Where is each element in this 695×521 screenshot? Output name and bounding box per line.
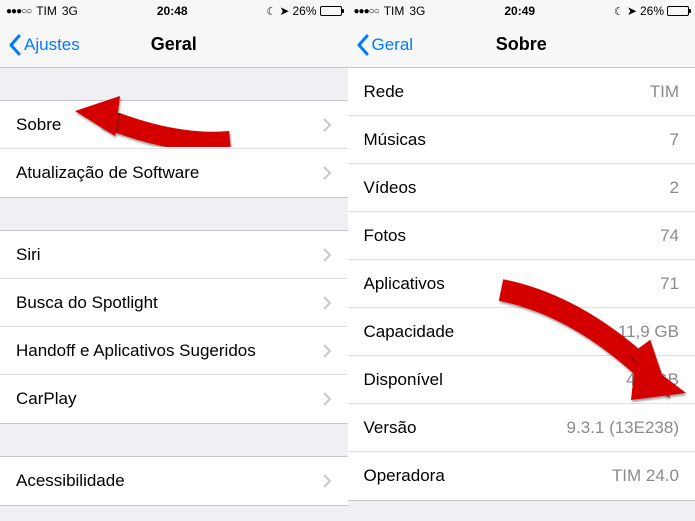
row-label: Versão (364, 418, 567, 438)
back-button[interactable]: Geral (356, 34, 414, 56)
row-label: Operadora (364, 466, 612, 486)
row-label: Aplicativos (364, 274, 661, 294)
row-rede[interactable]: Rede TIM (348, 68, 695, 116)
dnd-moon-icon: ☾ (267, 5, 277, 18)
chevron-left-icon (356, 34, 370, 56)
settings-group: Siri Busca do Spotlight Handoff e Aplica… (0, 230, 348, 424)
network-label: 3G (62, 4, 78, 18)
carrier-label: TIM (36, 4, 57, 18)
about-list: Rede TIM Músicas 7 Vídeos 2 Fotos 74 Apl… (348, 68, 695, 501)
row-label: Sobre (16, 115, 315, 135)
row-label: Busca do Spotlight (16, 293, 315, 313)
chevron-right-icon (323, 344, 332, 358)
row-operadora: Operadora TIM 24.0 (348, 452, 695, 500)
carrier-label: TIM (384, 4, 405, 18)
row-label: Siri (16, 245, 315, 265)
row-sobre[interactable]: Sobre (0, 101, 348, 149)
location-icon: ➤ (279, 4, 289, 18)
status-right: ☾ ➤ 26% (267, 4, 342, 18)
row-label: Músicas (364, 130, 670, 150)
row-disponivel: Disponível 4,0 GB (348, 356, 695, 404)
status-left: ●●●○○ TIM 3G (6, 4, 78, 18)
location-icon: ➤ (627, 4, 637, 18)
chevron-right-icon (323, 392, 332, 406)
clock: 20:49 (504, 4, 535, 18)
clock: 20:48 (157, 4, 188, 18)
row-label: Disponível (364, 370, 627, 390)
battery-percent: 26% (292, 4, 316, 18)
dnd-moon-icon: ☾ (614, 5, 624, 18)
row-atualizacao-software[interactable]: Atualização de Software (0, 149, 348, 197)
chevron-right-icon (323, 474, 332, 488)
signal-dots-icon: ●●●○○ (6, 6, 31, 17)
chevron-left-icon (8, 34, 22, 56)
row-label: Vídeos (364, 178, 670, 198)
row-value: 74 (660, 226, 679, 246)
status-left: ●●●○○ TIM 3G (354, 4, 426, 18)
row-acessibilidade[interactable]: Acessibilidade (0, 457, 348, 505)
row-versao: Versão 9.3.1 (13E238) (348, 404, 695, 452)
row-label: Capacidade (364, 322, 618, 342)
row-value: 11,9 GB (618, 322, 679, 342)
chevron-right-icon (323, 248, 332, 262)
nav-bar: Geral Sobre (348, 22, 695, 68)
row-value: 2 (670, 178, 679, 198)
status-right: ☾ ➤ 26% (614, 4, 689, 18)
row-value: 7 (670, 130, 679, 150)
chevron-right-icon (323, 166, 332, 180)
row-label: Handoff e Aplicativos Sugeridos (16, 341, 315, 361)
network-label: 3G (409, 4, 425, 18)
row-value: 4,0 GB (626, 370, 679, 390)
row-spotlight[interactable]: Busca do Spotlight (0, 279, 348, 327)
screen-sobre: ●●●○○ TIM 3G 20:49 ☾ ➤ 26% Geral Sobre R… (348, 0, 695, 521)
row-capacidade: Capacidade 11,9 GB (348, 308, 695, 356)
row-label: Acessibilidade (16, 471, 315, 491)
screen-geral: ●●●○○ TIM 3G 20:48 ☾ ➤ 26% Ajustes Geral… (0, 0, 348, 521)
content: Sobre Atualização de Software Siri Busca… (0, 68, 348, 521)
content: Rede TIM Músicas 7 Vídeos 2 Fotos 74 Apl… (348, 68, 695, 521)
row-siri[interactable]: Siri (0, 231, 348, 279)
row-value: 9.3.1 (13E238) (567, 418, 679, 438)
row-aplicativos: Aplicativos 71 (348, 260, 695, 308)
status-bar: ●●●○○ TIM 3G 20:48 ☾ ➤ 26% (0, 0, 348, 22)
row-label: Atualização de Software (16, 163, 315, 183)
row-videos: Vídeos 2 (348, 164, 695, 212)
back-label: Ajustes (24, 35, 80, 55)
row-value: TIM (650, 82, 679, 102)
status-bar: ●●●○○ TIM 3G 20:49 ☾ ➤ 26% (348, 0, 695, 22)
row-label: Fotos (364, 226, 661, 246)
nav-bar: Ajustes Geral (0, 22, 348, 68)
row-label: Rede (364, 82, 650, 102)
signal-dots-icon: ●●●○○ (354, 6, 379, 17)
back-button[interactable]: Ajustes (8, 34, 80, 56)
battery-percent: 26% (640, 4, 664, 18)
battery-icon (667, 6, 689, 16)
row-handoff[interactable]: Handoff e Aplicativos Sugeridos (0, 327, 348, 375)
row-musicas: Músicas 7 (348, 116, 695, 164)
row-fotos: Fotos 74 (348, 212, 695, 260)
row-value: 71 (660, 274, 679, 294)
settings-group: Sobre Atualização de Software (0, 100, 348, 198)
back-label: Geral (372, 35, 414, 55)
row-label: CarPlay (16, 389, 315, 409)
row-carplay[interactable]: CarPlay (0, 375, 348, 423)
chevron-right-icon (323, 118, 332, 132)
chevron-right-icon (323, 296, 332, 310)
battery-icon (320, 6, 342, 16)
settings-group: Acessibilidade (0, 456, 348, 506)
row-value: TIM 24.0 (612, 466, 679, 486)
